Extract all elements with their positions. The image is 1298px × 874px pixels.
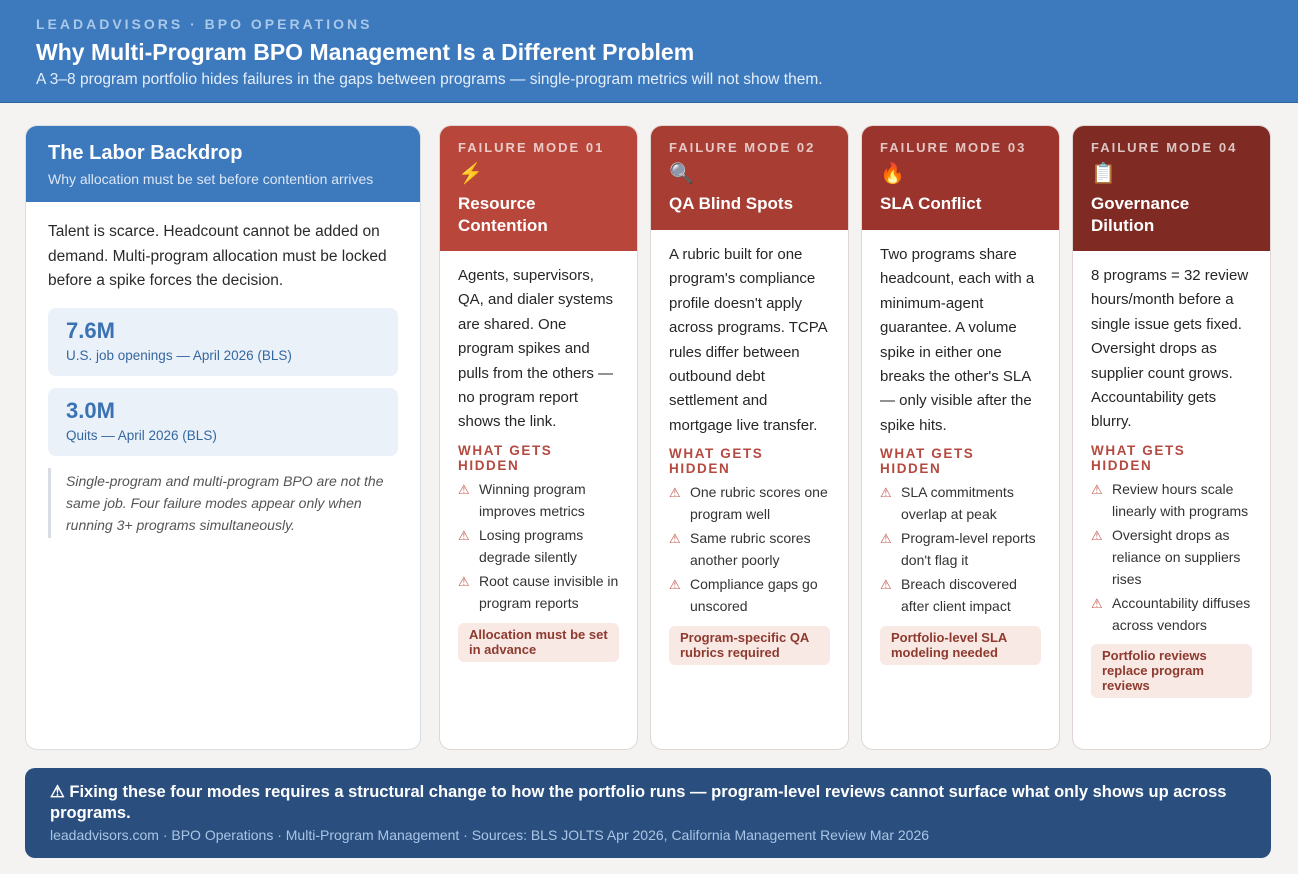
warning-icon: ⚠ [1091,595,1103,611]
stat-value: 3.0M [66,397,115,423]
hidden-item-text: Accountability diffuses across vendors [1112,594,1251,633]
failure-mode-title: Governance Dilution [1091,194,1190,235]
hidden-item-text: One rubric scores one program well [690,484,828,523]
what-gets-hidden-heading: WHAT GETS HIDDEN [880,446,975,477]
page-title: Why Multi-Program BPO Management Is a Di… [36,39,695,65]
warning-icon: ⚠ [669,485,681,501]
warning-icon: ⚠ [880,531,892,547]
header-eyebrow: LEADADVISORS · BPO OPERATIONS [36,16,373,32]
warning-icon: ⚠ [669,577,681,593]
stat-label: U.S. job openings — April 2026 (BLS) [66,347,292,363]
failure-mode-number: FAILURE MODE 01 [458,140,605,155]
stat-label: Quits — April 2026 (BLS) [66,427,217,443]
stat-quits: 3.0M Quits — April 2026 (BLS) [48,387,398,456]
failure-mode-number: FAILURE MODE 03 [880,140,1027,155]
list-item: ⚠ Breach discovered after client impact [880,574,1041,618]
labor-card-title: The Labor Backdrop [48,142,243,164]
clipboard-icon: 📋 [1091,163,1116,185]
hidden-items-list: ⚠ SLA commitments overlap at peak ⚠ Program… [880,482,1041,618]
stat-job-openings: 7.6M U.S. job openings — April 2026 (BLS… [48,307,398,376]
hidden-item-text: Winning program improves metrics [479,480,586,519]
page-subtitle: A 3–8 program portfolio hides failures i… [36,71,823,88]
failure-card-header: FAILURE MODE 04 📋 Governance Dilution [1073,126,1270,251]
list-item: ⚠ Root cause invisible in program reports [458,571,619,615]
list-item: ⚠ Program-level reports don't flag it [880,528,1041,572]
footer-banner: ⚠ Fixing these four modes requires a str… [25,768,1271,858]
list-item: ⚠ Review hours scale linearly with progra… [1091,479,1252,523]
hidden-items-list: ⚠ One rubric scores one program well ⚠ Same… [669,482,830,618]
page-header: LEADADVISORS · BPO OPERATIONS Why Multi-… [0,0,1298,103]
labor-card-subtitle: Why allocation must be set before conten… [48,171,374,187]
warning-icon: ⚠ [458,481,470,497]
what-gets-hidden-heading: WHAT GETS HIDDEN [669,446,764,477]
list-item: ⚠ Losing programs degrade silently [458,525,619,569]
hidden-item-text: Oversight drops as reliance on suppliers… [1112,526,1241,587]
labor-note: Single-program and multi-program BPO are… [48,467,398,538]
failure-card-body: A rubric built for one program's complia… [651,230,848,666]
hidden-item-text: Root cause invisible in program reports [479,573,619,611]
failure-description: Two programs share headcount, each with … [880,246,1035,434]
magnifier-icon: 🔍 [669,163,694,185]
labor-card-text: Talent is scarce. Headcount cannot be ad… [48,223,387,289]
failure-mode-card: FAILURE MODE 02 🔍 QA Blind Spots A rubric b… [650,125,849,750]
failure-mode-card: FAILURE MODE 04 📋 Governance Dilution 8 pro… [1072,125,1271,750]
list-item: ⚠ Accountability diffuses across vendors [1091,593,1252,637]
failure-description: A rubric built for one program's complia… [669,246,827,434]
list-item: ⚠ Winning program improves metrics [458,479,619,523]
labor-backdrop-card: The Labor Backdrop Why allocation must b… [25,125,421,750]
failure-mode-card: FAILURE MODE 03 🔥 SLA Conflict Two programs… [861,125,1060,750]
warning-icon: ⚠ [1091,527,1103,543]
failure-mode-title: Resource Contention [458,194,548,235]
failure-card-header: FAILURE MODE 02 🔍 QA Blind Spots [651,126,848,230]
failure-card-header: FAILURE MODE 03 🔥 SLA Conflict [862,126,1059,230]
list-item: ⚠ SLA commitments overlap at peak [880,482,1041,526]
failure-mode-number: FAILURE MODE 04 [1091,140,1238,155]
lightning-icon: ⚡ [458,163,483,185]
hidden-item-text: Program-level reports don't flag it [901,530,1036,569]
what-gets-hidden-heading: WHAT GETS HIDDEN [1091,442,1186,473]
list-item: ⚠ Same rubric scores another poorly [669,528,830,572]
hidden-item-text: Compliance gaps go unscored [690,576,818,615]
footer-sources: leadadvisors.com · BPO Operations · Mult… [50,827,930,843]
requirement-tag: Program-specific QA rubrics required [669,626,830,666]
failure-description: 8 programs = 32 review hours/month befor… [1091,267,1249,431]
hidden-item-text: Same rubric scores another poorly [690,530,811,569]
labor-card-body: Talent is scarce. Headcount cannot be ad… [26,202,420,538]
failure-mode-title: QA Blind Spots [669,194,794,213]
requirement-tag: Allocation must be set in advance [458,622,619,662]
failure-card-body: 8 programs = 32 review hours/month befor… [1073,251,1270,699]
stat-value: 7.6M [66,317,115,343]
fire-icon: 🔥 [880,163,905,185]
failure-description: Agents, supervisors, QA, and dialer syst… [458,267,614,431]
failure-card-header: FAILURE MODE 01 ⚡ Resource Contention [440,126,637,251]
warning-icon: ⚠ [669,531,681,547]
hidden-items-list: ⚠ Review hours scale linearly with progra… [1091,479,1252,637]
failure-mode-title: SLA Conflict [880,194,982,213]
list-item: ⚠ Compliance gaps go unscored [669,574,830,618]
warning-icon: ⚠ [458,574,470,590]
warning-icon: ⚠ [880,577,892,593]
labor-card-header: The Labor Backdrop Why allocation must b… [26,126,420,202]
hidden-item-text: Breach discovered after client impact [901,576,1017,615]
warning-icon: ⚠ [1091,481,1103,497]
failure-mode-card: FAILURE MODE 01 ⚡ Resource Contention Agent… [439,125,638,750]
failure-mode-number: FAILURE MODE 02 [669,140,816,155]
requirement-tag: Portfolio-level SLA modeling needed [880,626,1041,666]
hidden-items-list: ⚠ Winning program improves metrics ⚠ Losing… [458,479,619,615]
footer-message: ⚠ Fixing these four modes requires a str… [50,783,1227,822]
list-item: ⚠ One rubric scores one program well [669,482,830,526]
what-gets-hidden-heading: WHAT GETS HIDDEN [458,442,553,473]
warning-icon: ⚠ [880,485,892,501]
warning-icon: ⚠ [458,527,470,543]
hidden-item-text: Losing programs degrade silently [479,526,584,565]
failure-card-body: Agents, supervisors, QA, and dialer syst… [440,251,637,662]
failure-card-body: Two programs share headcount, each with … [862,230,1059,666]
list-item: ⚠ Oversight drops as reliance on supplier… [1091,525,1252,590]
hidden-item-text: Review hours scale linearly with program… [1112,480,1249,519]
hidden-item-text: SLA commitments overlap at peak [901,484,1014,523]
requirement-tag: Portfolio reviews replace program review… [1091,644,1252,699]
